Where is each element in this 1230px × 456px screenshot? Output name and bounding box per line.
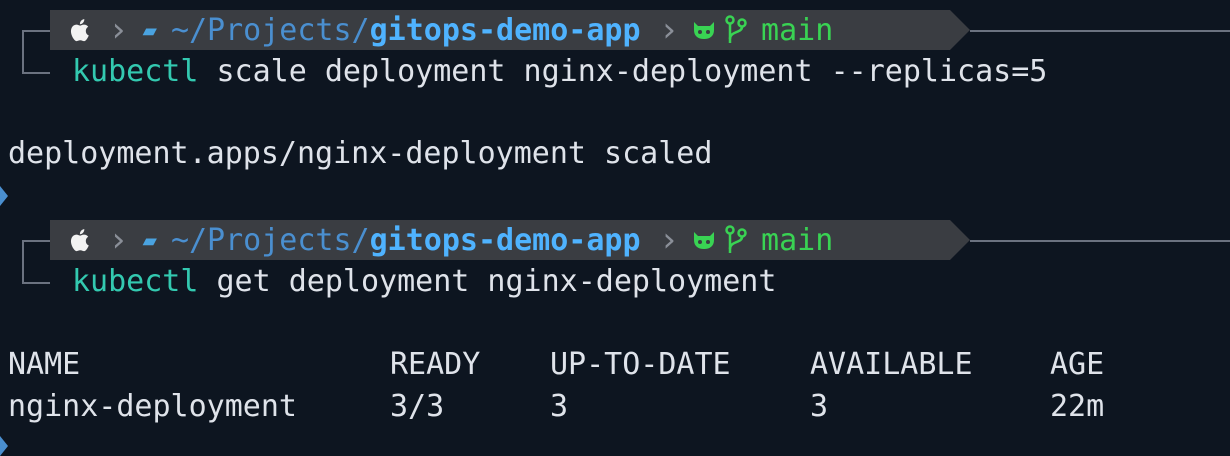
segment-separator: › <box>108 10 129 50</box>
github-icon <box>694 22 715 39</box>
folder-icon: ▰ <box>142 226 157 254</box>
prompt-bar-tip <box>950 10 970 50</box>
cell-up-to-date: 3 <box>550 389 569 424</box>
command-name: kubectl <box>72 264 199 299</box>
prompt-bracket-vertical <box>22 30 24 74</box>
column-header-up-to-date: UP-TO-DATE <box>550 347 731 382</box>
prompt-2: › ▰ ~/Projects/gitops-demo-app › main ku… <box>0 210 1230 299</box>
prompt-bracket-top <box>22 30 50 32</box>
cell-age: 22m <box>1050 389 1105 424</box>
prompt-1: › ▰ ~/Projects/gitops-demo-app › main ku… <box>0 0 1230 89</box>
prompt-rule <box>970 240 1230 242</box>
branch-name: main <box>761 12 834 48</box>
path-prefix: ~/Projects/ <box>170 12 370 48</box>
apple-icon <box>70 19 89 42</box>
prompt-bar: › ▰ ~/Projects/gitops-demo-app › main <box>50 10 950 50</box>
prompt-bracket-vertical <box>22 240 24 284</box>
output-line: deployment.apps/nginx-deployment scaled <box>8 136 713 171</box>
prompt-rule <box>970 30 1230 32</box>
column-header-age: AGE <box>1050 347 1105 382</box>
command-line[interactable]: kubectl get deployment nginx-deployment <box>72 262 776 302</box>
segment-separator: › <box>658 220 680 260</box>
prompt-bracket-bottom <box>22 72 50 74</box>
segment-separator: › <box>658 10 680 50</box>
git-branch-icon <box>725 225 747 253</box>
column-header-available: AVAILABLE <box>810 347 973 382</box>
prompt-bracket-top <box>22 240 50 242</box>
folder-icon: ▰ <box>142 16 157 44</box>
github-icon <box>694 232 715 249</box>
command-args: get deployment nginx-deployment <box>198 264 777 299</box>
prompt-bar-tip <box>950 220 970 260</box>
command-args: scale deployment nginx-deployment --repl… <box>198 54 1048 89</box>
cell-available: 3 <box>810 389 829 424</box>
path-prefix: ~/Projects/ <box>170 222 370 258</box>
segment-separator: › <box>108 220 129 260</box>
cell-ready: 3/3 <box>390 389 445 424</box>
branch-name: main <box>761 222 834 258</box>
cell-name: nginx-deployment <box>8 389 297 424</box>
git-branch-icon <box>725 15 747 43</box>
apple-icon <box>70 229 89 252</box>
prompt-caret <box>0 436 8 456</box>
column-header-name: NAME <box>8 347 81 382</box>
prompt-bar: › ▰ ~/Projects/gitops-demo-app › main <box>50 220 950 260</box>
prompt-caret <box>0 186 8 206</box>
prompt-bracket-bottom <box>22 282 50 284</box>
column-header-ready: READY <box>390 347 481 382</box>
command-name: kubectl <box>72 54 199 89</box>
path-repo: gitops-demo-app <box>369 222 641 258</box>
command-line[interactable]: kubectl scale deployment nginx-deploymen… <box>72 52 1047 92</box>
path-repo: gitops-demo-app <box>369 12 641 48</box>
